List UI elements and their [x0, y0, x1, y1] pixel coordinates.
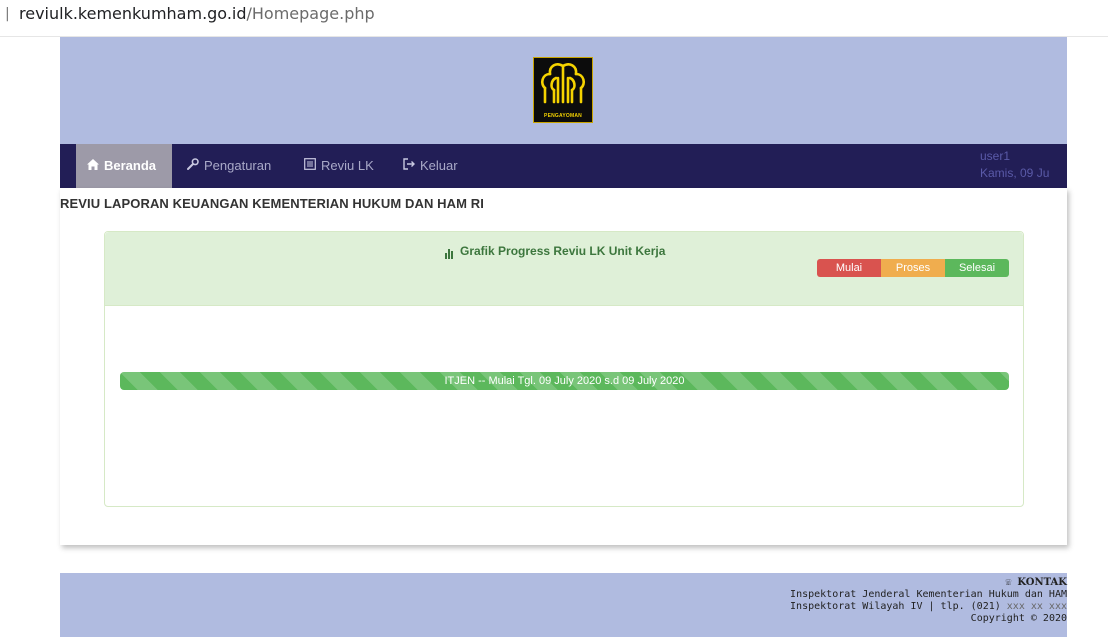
- progress-bar-itjen: ITJEN -- Mulai Tgl. 09 July 2020 s.d 09 …: [120, 372, 1009, 390]
- current-date: Kamis, 09 Ju: [980, 166, 1050, 180]
- nav-label-beranda: Beranda: [104, 158, 157, 173]
- progress-panel: Grafik Progress Reviu LK Unit Kerja Mula…: [104, 231, 1024, 507]
- footer-line-2: Inspektorat Wilayah IV | tlp. (021) xxx …: [790, 601, 1067, 613]
- wrench-icon: [186, 144, 200, 188]
- banyan-tree-icon: [540, 63, 586, 104]
- page-title: REVIU LAPORAN KEUANGAN KEMENTERIAN HUKUM…: [60, 196, 484, 211]
- nav-label-keluar: Keluar: [420, 158, 458, 173]
- panel-heading: Grafik Progress Reviu LK Unit Kerja Mula…: [105, 232, 1023, 306]
- browser-address-bar[interactable]: | reviulk.kemenkumham.go.id/Homepage.php: [0, 0, 1108, 37]
- panel-title-text: Grafik Progress Reviu LK Unit Kerja: [460, 244, 666, 258]
- footer-contact: ☏ KONTAK Inspektorat Jenderal Kementerian…: [790, 577, 1067, 625]
- nav-item-pengaturan[interactable]: Pengaturan: [186, 144, 271, 188]
- user-name: user1: [980, 149, 1011, 163]
- main-navbar: Beranda Pengaturan Reviu LK Keluar user1…: [60, 144, 1067, 188]
- progress-label: ITJEN -- Mulai Tgl. 09 July 2020 s.d 09 …: [444, 375, 685, 387]
- footer-phone-number: xxx xx xxx: [1006, 601, 1067, 612]
- footer-line-2-text: Inspektorat Wilayah IV | tlp. (021): [790, 601, 1007, 612]
- list-icon: [303, 144, 317, 188]
- url-host: reviulk.kemenkumham.go.id: [19, 4, 247, 23]
- logo-caption: PENGAYOMAN: [544, 113, 582, 119]
- pengayoman-logo: PENGAYOMAN: [533, 57, 593, 123]
- address-separator: |: [5, 6, 10, 22]
- header-banner: PENGAYOMAN: [60, 37, 1067, 145]
- legend-proses: Proses: [881, 259, 945, 277]
- phone-icon: ☏: [1005, 577, 1012, 588]
- bar-chart-icon: [445, 245, 454, 259]
- main-content: REVIU LAPORAN KEUANGAN KEMENTERIAN HUKUM…: [60, 188, 1067, 545]
- nav-label-reviu-lk: Reviu LK: [321, 158, 374, 173]
- legend-selesai: Selesai: [945, 259, 1009, 277]
- nav-item-beranda[interactable]: Beranda: [76, 144, 172, 188]
- url-path: /Homepage.php: [246, 4, 375, 23]
- nav-item-keluar[interactable]: Keluar: [402, 144, 458, 188]
- user-info: user1 Kamis, 09 Ju: [980, 148, 1049, 182]
- footer-copyright: Copyright © 2020: [970, 613, 1067, 624]
- logout-icon: [402, 144, 416, 188]
- home-icon: [86, 144, 100, 188]
- nav-item-reviu-lk[interactable]: Reviu LK: [303, 144, 374, 188]
- footer-line-1: Inspektorat Jenderal Kementerian Hukum d…: [790, 589, 1067, 600]
- panel-title: Grafik Progress Reviu LK Unit Kerja: [445, 244, 665, 259]
- address-url[interactable]: reviulk.kemenkumham.go.id/Homepage.php: [19, 4, 375, 23]
- status-legend: Mulai Proses Selesai: [817, 259, 1009, 277]
- footer-kontak-heading: KONTAK: [1017, 577, 1067, 588]
- nav-label-pengaturan: Pengaturan: [204, 158, 272, 173]
- legend-mulai: Mulai: [817, 259, 881, 277]
- page-footer: ☏ KONTAK Inspektorat Jenderal Kementerian…: [60, 573, 1067, 637]
